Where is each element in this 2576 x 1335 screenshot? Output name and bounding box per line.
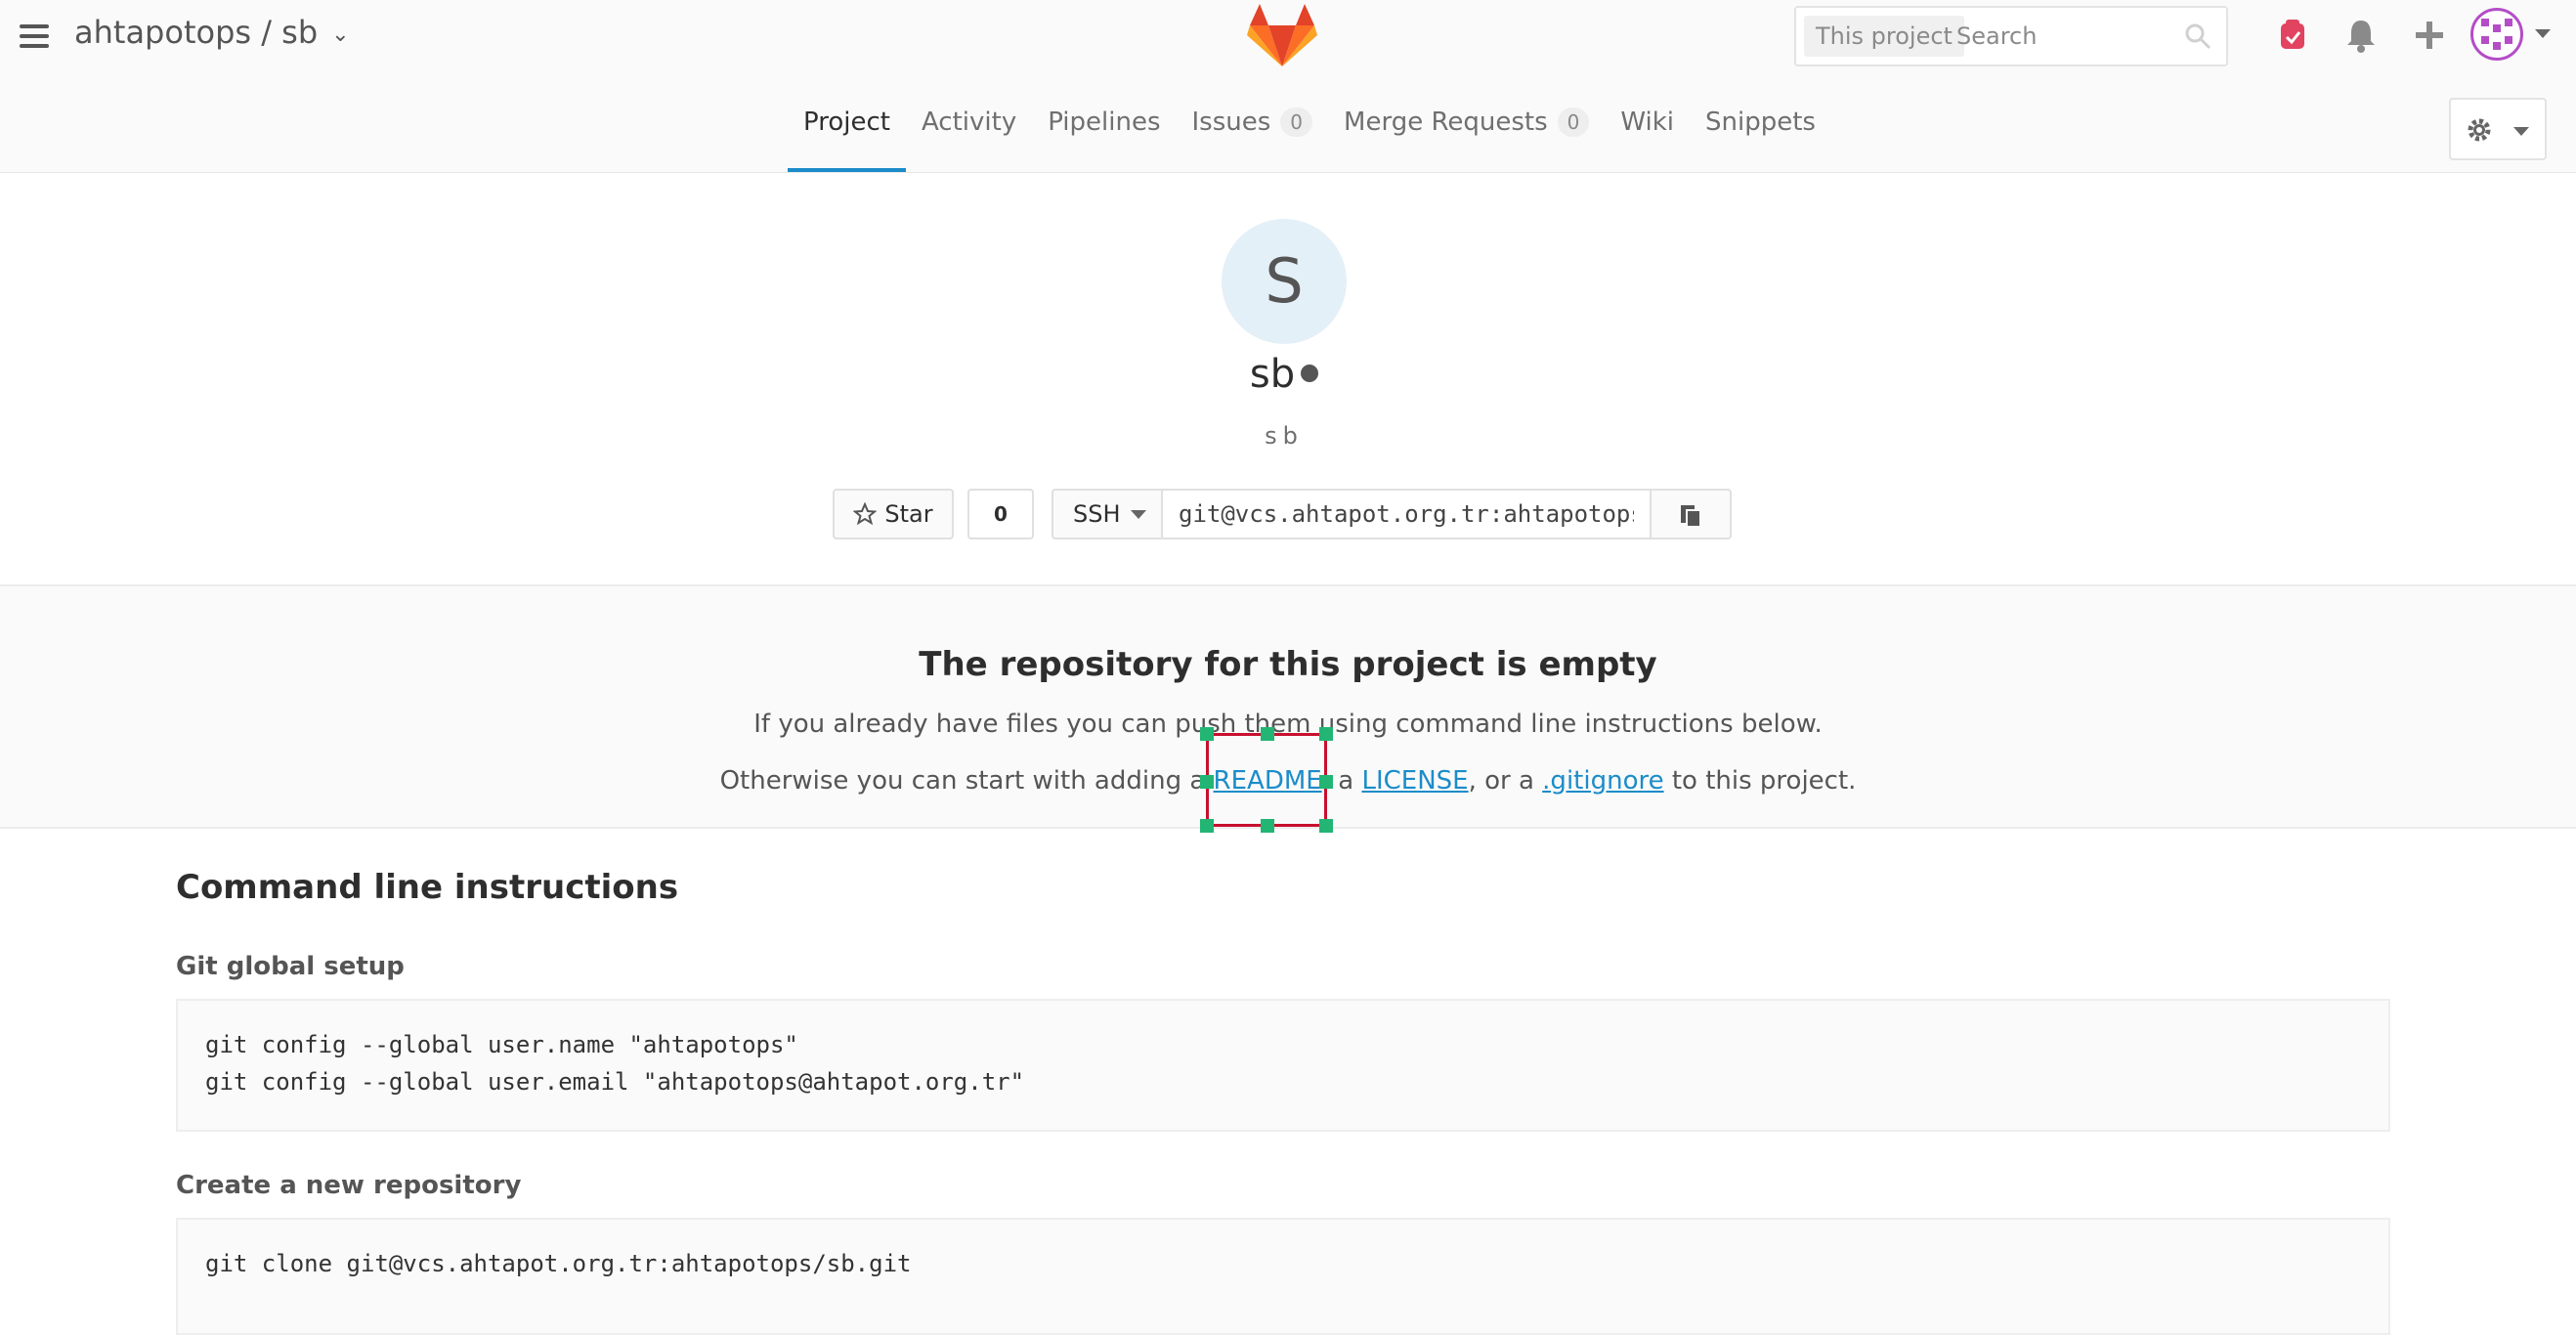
gear-icon (2468, 118, 2491, 142)
git-global-setup-title: Git global setup (176, 952, 405, 981)
hamburger-menu-icon[interactable] (20, 24, 49, 48)
todo-icon[interactable] (2273, 16, 2312, 55)
avatar-dropdown-caret-icon[interactable] (2535, 29, 2551, 38)
git-global-setup-code: git config --global user.name "ahtapotop… (176, 999, 2390, 1132)
chevron-down-icon (1130, 509, 1146, 519)
star-icon (853, 502, 878, 526)
star-count[interactable]: 0 (967, 489, 1034, 539)
separator-text: , or a (1468, 766, 1534, 796)
clone-protocol-dropdown[interactable]: SSH (1052, 489, 1163, 539)
add-files-prefix: Otherwise you can start with adding a (719, 766, 1206, 796)
tab-label: Issues (1191, 108, 1271, 137)
copy-url-button[interactable] (1650, 489, 1732, 539)
public-globe-icon (1301, 365, 1319, 382)
project-name: sb (1249, 352, 1296, 397)
tab-label: Snippets (1705, 108, 1816, 137)
empty-repo-add-files: Otherwise you can start with adding a RE… (0, 766, 2576, 796)
project-title: sb (1222, 352, 1347, 397)
identicon-icon (2481, 19, 2512, 50)
tab-label: Wiki (1620, 108, 1674, 137)
tab-snippets[interactable]: Snippets (1690, 104, 1831, 172)
search-box[interactable]: This project (1794, 6, 2228, 66)
project-breadcrumb[interactable]: ahtapotops / sb ⌄ (74, 14, 350, 51)
tab-project[interactable]: Project (788, 104, 906, 172)
clone-protocol-label: SSH (1073, 500, 1121, 528)
search-input[interactable] (1954, 14, 2173, 59)
tab-merge-requests[interactable]: Merge Requests 0 (1328, 104, 1605, 172)
gitignore-link[interactable]: .gitignore (1542, 766, 1663, 796)
project-settings-button[interactable] (2449, 98, 2547, 160)
project-description: sb (1265, 422, 1304, 450)
clone-url-field[interactable] (1161, 489, 1652, 539)
readme-link[interactable]: README (1214, 766, 1322, 796)
notifications-bell-icon[interactable] (2341, 16, 2381, 55)
tab-label: Activity (921, 108, 1017, 137)
project-nav-tabs: Project Activity Pipelines Issues 0 Merge… (788, 104, 1831, 172)
chevron-down-icon (2513, 127, 2529, 136)
merge-requests-count-badge: 0 (1557, 108, 1590, 137)
search-icon[interactable] (2183, 22, 2212, 51)
separator-text: , a (1321, 766, 1354, 796)
tab-issues[interactable]: Issues 0 (1177, 104, 1329, 172)
clipboard-icon (1681, 505, 1701, 528)
chevron-down-icon[interactable]: ⌄ (331, 22, 349, 47)
create-repo-title: Create a new repository (176, 1171, 522, 1200)
star-button[interactable]: Star (833, 489, 954, 539)
tab-pipelines[interactable]: Pipelines (1032, 104, 1176, 172)
search-scope-badge[interactable]: This project (1804, 16, 1964, 57)
project-avatar: S (1222, 219, 1347, 344)
tab-label: Merge Requests (1344, 108, 1548, 137)
gitlab-logo-icon[interactable] (1247, 4, 1317, 68)
star-label: Star (884, 500, 933, 528)
license-link[interactable]: LICENSE (1361, 766, 1468, 796)
plus-icon[interactable] (2410, 16, 2449, 55)
user-avatar[interactable] (2470, 8, 2523, 61)
cli-instructions-title: Command line instructions (176, 868, 679, 907)
create-repo-code: git clone git@vcs.ahtapot.org.tr:ahtapot… (176, 1218, 2390, 1335)
breadcrumb-text[interactable]: ahtapotops / sb (74, 14, 318, 51)
empty-repo-hint: If you already have files you can push t… (753, 710, 1823, 739)
tab-activity[interactable]: Activity (906, 104, 1032, 172)
tab-label: Pipelines (1048, 108, 1161, 137)
tab-label: Project (803, 108, 890, 137)
empty-repo-panel: The repository for this project is empty… (0, 584, 2576, 829)
empty-repo-title: The repository for this project is empty (919, 645, 1657, 684)
tab-wiki[interactable]: Wiki (1605, 104, 1690, 172)
add-files-suffix: to this project. (1671, 766, 1857, 796)
issues-count-badge: 0 (1280, 108, 1313, 137)
top-header: ahtapotops / sb ⌄ This project Search Pr… (0, 0, 2576, 173)
